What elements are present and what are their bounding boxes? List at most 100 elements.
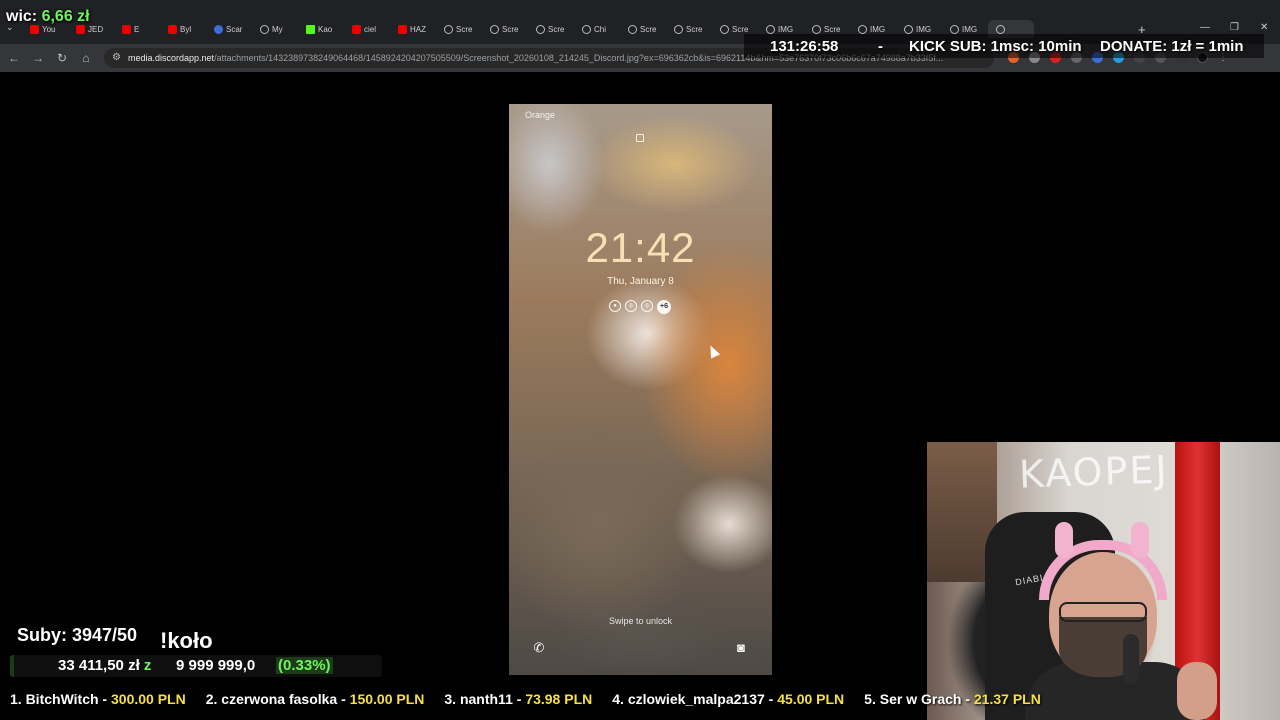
ticker-item: 1. BitchWitch - 300.00 PLN xyxy=(10,691,186,707)
globe-icon xyxy=(536,24,545,34)
donate-rate: DONATE: 1zł = 1min xyxy=(1100,37,1244,55)
tab-title: Scre xyxy=(824,24,841,34)
goal-target: 9 999 999,0 xyxy=(176,657,256,674)
youtube-icon xyxy=(122,24,131,34)
home-icon[interactable]: ⌂ xyxy=(78,50,94,66)
back-icon[interactable]: ← xyxy=(6,50,22,66)
donor-name: 3. nanth11 - xyxy=(444,691,526,707)
browser-tab[interactable]: ciel xyxy=(344,20,390,38)
browser-tab[interactable]: My xyxy=(252,20,298,38)
tab-title: Scre xyxy=(640,24,657,34)
webcam-feed: KAOPEJ DIABLO xyxy=(927,442,1280,720)
app-icon xyxy=(214,24,223,34)
tab-title: My xyxy=(272,24,283,34)
tab-title: Scre xyxy=(732,24,749,34)
tab-title: Scar xyxy=(226,24,243,34)
browser-tab[interactable]: Scar xyxy=(206,20,252,38)
donor-amount: 21.37 PLN xyxy=(973,691,1041,707)
timer-separator: - xyxy=(878,37,883,55)
browser-tab[interactable]: Scre xyxy=(482,20,528,38)
minimize-icon[interactable]: — xyxy=(1200,22,1210,33)
goal-percent: (0.33%) xyxy=(276,657,333,674)
globe-icon xyxy=(444,24,453,34)
globe-icon xyxy=(582,24,591,34)
goal-progress-fill xyxy=(10,655,14,677)
ticker-item: 3. nanth11 - 73.98 PLN xyxy=(444,691,592,707)
globe-icon xyxy=(950,24,959,34)
lockscreen-date: Thu, January 8 xyxy=(607,276,674,287)
maximize-icon[interactable]: ❐ xyxy=(1230,22,1239,33)
donor-name: 1. BitchWitch - xyxy=(10,691,111,707)
instagram-icon: ◎ xyxy=(625,300,637,312)
donor-name: 4. czlowiek_malpa2137 - xyxy=(612,691,778,707)
microphone xyxy=(1123,634,1139,684)
neon-sign: KAOPEJ xyxy=(1018,447,1170,497)
camera-icon: ◙ xyxy=(737,640,745,655)
browser-tab[interactable]: Kao xyxy=(298,20,344,38)
donor-amount: 300.00 PLN xyxy=(111,691,186,707)
tab-title: Scre xyxy=(502,24,519,34)
browser-tab[interactable]: Byl xyxy=(160,20,206,38)
ticker-item: 2. czerwona fasolka - 150.00 PLN xyxy=(206,691,425,707)
more-notifications-badge: +6 xyxy=(657,300,671,314)
tab-title: IMG xyxy=(962,24,978,34)
globe-icon xyxy=(766,24,775,34)
glasses xyxy=(1059,602,1147,622)
browser-tab[interactable]: Scre xyxy=(436,20,482,38)
carrier-label: Orange xyxy=(525,110,556,120)
tab-title: HAZ xyxy=(410,24,426,34)
tab-title: E xyxy=(134,24,140,34)
browser-tab[interactable]: Scre xyxy=(620,20,666,38)
kick-icon xyxy=(306,24,315,34)
discord-icon: ● xyxy=(609,300,621,312)
headset-ear-left xyxy=(1055,522,1073,558)
kolo-command: !koło xyxy=(160,628,213,653)
browser-tab[interactable]: Chi xyxy=(574,20,620,38)
tab-title: Kao xyxy=(318,24,333,34)
swipe-to-unlock-text: Swipe to unlock xyxy=(608,616,673,626)
drive-icon xyxy=(260,24,269,34)
goal-current-suffix: z xyxy=(143,657,152,674)
donor-amount: 150.00 PLN xyxy=(349,691,425,707)
browser-tab[interactable]: HAZ xyxy=(390,20,436,38)
tab-title: Byl xyxy=(180,24,192,34)
reload-icon[interactable]: ↻ xyxy=(54,50,70,66)
subathon-timer: 131:26:58 xyxy=(770,37,839,55)
ticker-item: 5. Ser w Grach - 21.37 PLN xyxy=(864,691,1041,707)
tab-title: JED xyxy=(88,24,104,34)
site-info-icon[interactable]: ⚙ xyxy=(112,48,121,68)
youtube-icon xyxy=(398,24,407,34)
tab-title: Scre xyxy=(686,24,703,34)
browser-tab[interactable]: Scre xyxy=(666,20,712,38)
tab-title: Chi xyxy=(594,24,607,34)
wic-counter: wic: 6,66 zł xyxy=(6,8,90,26)
globe-icon xyxy=(904,24,913,34)
tab-title: IMG xyxy=(870,24,886,34)
tab-title: Scre xyxy=(548,24,565,34)
close-window-icon[interactable]: ✕ xyxy=(1260,22,1268,33)
phone-icon: ✆ xyxy=(533,640,545,655)
tab-title: IMG xyxy=(778,24,794,34)
ticker-item: 4. czlowiek_malpa2137 - 45.00 PLN xyxy=(612,691,844,707)
donor-name: 5. Ser w Grach - xyxy=(864,691,974,707)
globe-icon xyxy=(490,24,499,34)
lock-icon xyxy=(636,134,644,142)
wic-label: wic: xyxy=(6,8,38,25)
globe-icon xyxy=(628,24,637,34)
subathon-timer-bar: 131:26:58 - KICK SUB: 1msc: 10min DONATE… xyxy=(744,34,1264,58)
globe-icon xyxy=(720,24,729,34)
goal-current-amount: 33 411,50 zł xyxy=(58,657,140,674)
top-donors-ticker: 1. BitchWitch - 300.00 PLN 2. czerwona fa… xyxy=(0,688,1280,710)
globe-icon xyxy=(858,24,867,34)
tab-title: Scre xyxy=(456,24,473,34)
browser-tab[interactable]: Scre xyxy=(528,20,574,38)
browser-tab[interactable]: E xyxy=(114,20,160,38)
headset-ear-right xyxy=(1131,522,1149,558)
tab-title: IMG xyxy=(916,24,932,34)
youtube-icon xyxy=(352,24,361,34)
forward-icon[interactable]: → xyxy=(30,50,46,66)
tab-title: ciel xyxy=(364,24,377,34)
phone-lockscreen-image: Orange 21:42 Thu, January 8 ● ◎ ◎ +6 Swi… xyxy=(509,104,772,675)
url-host: media.discordapp.net xyxy=(128,53,215,63)
globe-icon xyxy=(812,24,821,34)
